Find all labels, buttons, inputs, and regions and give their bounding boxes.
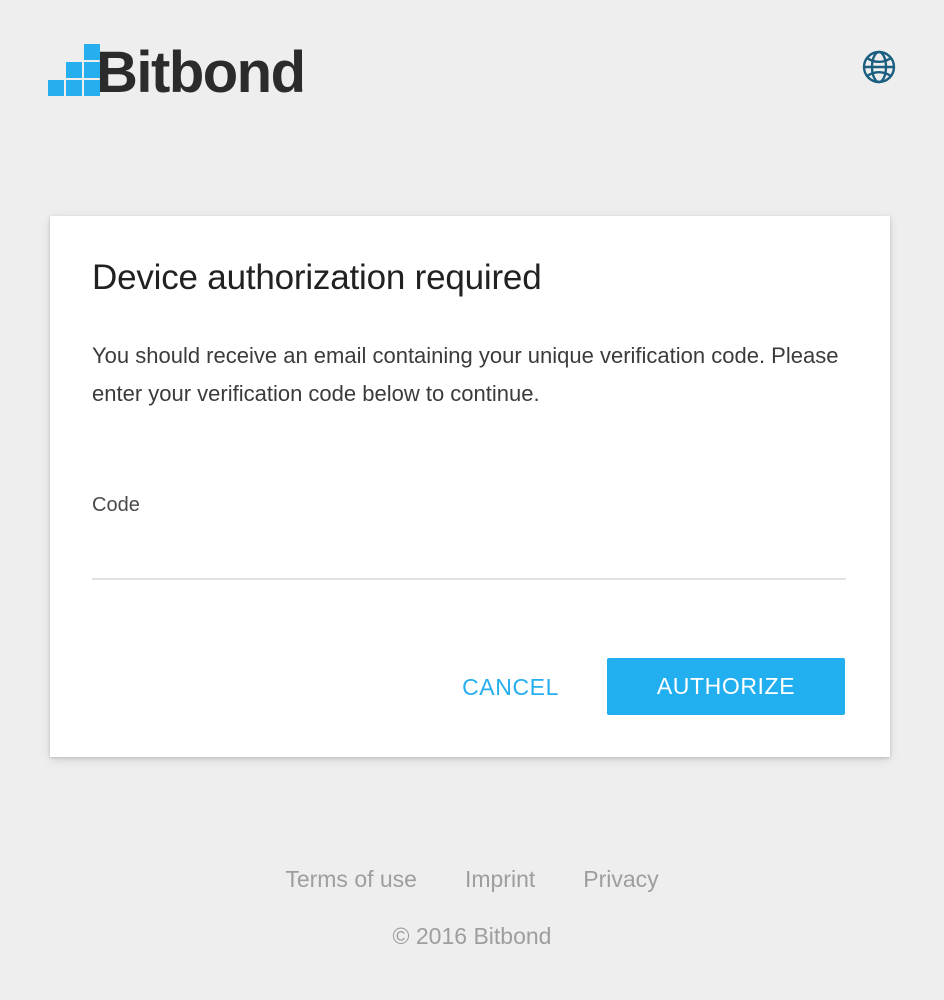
page-header: Bitbond: [0, 0, 944, 135]
authorization-card: Device authorization required You should…: [50, 216, 890, 757]
authorize-button[interactable]: AUTHORIZE: [607, 658, 845, 715]
code-field-label: Code: [92, 494, 140, 516]
card-description: You should receive an email containing y…: [92, 343, 839, 406]
footer-link-privacy[interactable]: Privacy: [583, 862, 658, 896]
globe-icon[interactable]: [860, 48, 898, 86]
footer-link-terms-of-use[interactable]: Terms of use: [285, 862, 417, 896]
code-field-group: Code: [92, 493, 846, 580]
brand-logo[interactable]: Bitbond: [48, 36, 306, 102]
copyright-text: © 2016 Bitbond: [392, 923, 552, 949]
card-actions: CANCEL AUTHORIZE: [446, 658, 845, 715]
brand-name: Bitbond: [96, 40, 306, 105]
footer-link-imprint[interactable]: Imprint: [465, 862, 535, 896]
code-input[interactable]: [92, 548, 846, 580]
bitbond-staircase-squares-icon: [48, 42, 100, 96]
page-footer: Terms of use Imprint Privacy © 2016 Bitb…: [0, 862, 944, 951]
cancel-button[interactable]: CANCEL: [446, 659, 575, 715]
footer-links: Terms of use Imprint Privacy: [0, 862, 944, 896]
page-title: Device authorization required: [92, 258, 542, 297]
